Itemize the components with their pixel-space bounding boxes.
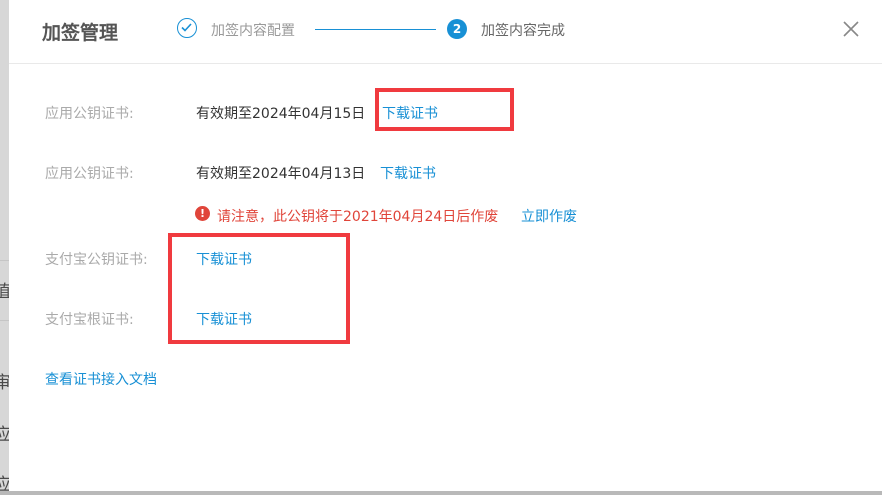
step-2-number: 2 <box>447 19 467 39</box>
close-icon[interactable] <box>840 18 862 40</box>
app-cert-label: 应用公钥证书: <box>45 106 134 122</box>
alipay-public-cert-label: 支付宝公钥证书: <box>45 252 148 268</box>
highlight-box <box>375 88 514 131</box>
check-circle-icon <box>177 18 197 38</box>
revoke-now-link[interactable]: 立即作废 <box>521 206 577 226</box>
expiry-warning-text: 请注意，此公钥将于2021年04月24日后作废 <box>217 209 499 225</box>
dialog-header: 加签管理 加签内容配置 2 加签内容完成 <box>9 0 882 64</box>
app-cert-label: 应用公钥证书: <box>45 166 134 182</box>
cert-integration-doc-link[interactable]: 查看证书接入文档 <box>45 369 157 389</box>
dialog-title: 加签管理 <box>42 22 119 44</box>
step-connector <box>315 29 436 30</box>
step-2-label: 加签内容完成 <box>481 23 565 39</box>
sign-management-dialog: 加签管理 加签内容配置 2 加签内容完成 应用公钥证书: 有效期至2024年04… <box>9 0 882 491</box>
app-cert-validity: 有效期至2024年04月15日 <box>196 106 366 122</box>
step-1-label: 加签内容配置 <box>211 23 295 39</box>
alipay-root-cert-label: 支付宝根证书: <box>45 312 134 328</box>
highlight-box <box>168 233 350 344</box>
exclamation-circle-icon: ! <box>195 206 210 221</box>
app-cert-validity: 有效期至2024年04月13日 <box>196 166 366 182</box>
download-app-cert-link[interactable]: 下载证书 <box>380 163 436 183</box>
